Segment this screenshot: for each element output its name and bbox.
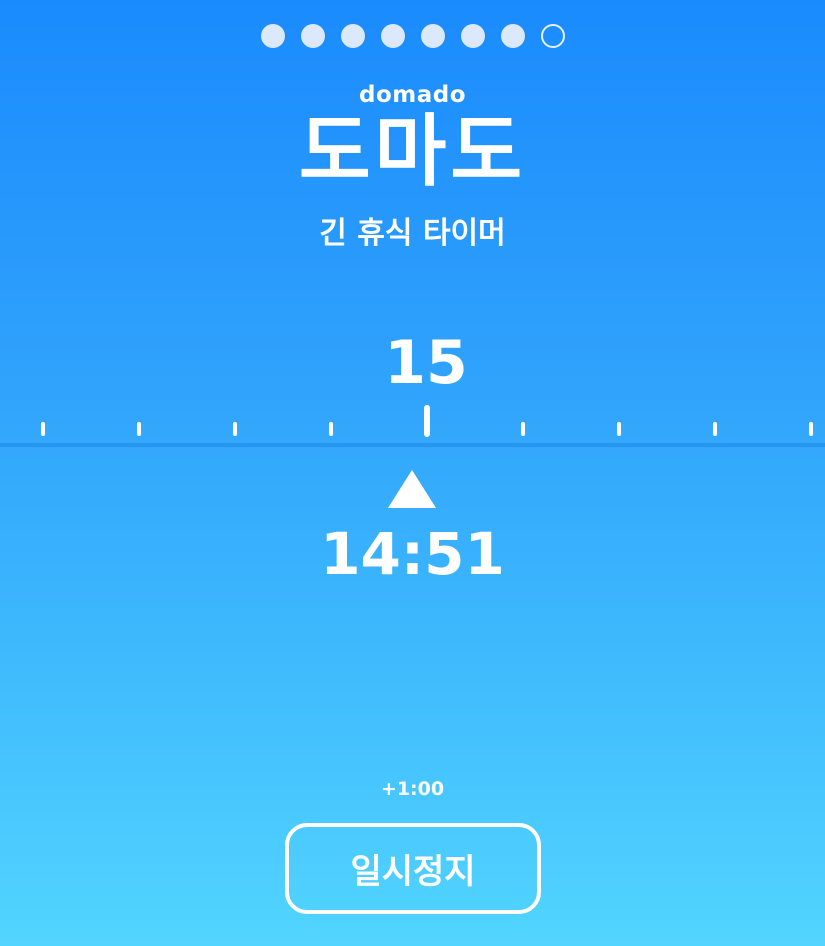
pause-button[interactable]: 일시정지	[285, 823, 541, 914]
ruler-tick	[41, 422, 45, 436]
brand-name-ko: 도마도	[298, 107, 527, 197]
progress-dot	[380, 24, 405, 48]
progress-dot	[260, 24, 285, 48]
remaining-time: 14:51	[320, 520, 505, 588]
ruler-tick	[329, 422, 333, 436]
progress-dots	[0, 24, 825, 48]
progress-dot	[300, 24, 325, 48]
ruler-tick	[617, 422, 621, 436]
ruler-tick	[233, 422, 237, 436]
add-minute-button[interactable]: +1:00	[0, 778, 825, 800]
progress-dot	[340, 24, 365, 48]
ruler-tick	[713, 422, 717, 436]
progress-dot	[500, 24, 525, 48]
pointer-triangle-icon	[388, 470, 436, 508]
ruler-tick-major	[424, 405, 430, 437]
ruler-tick	[137, 422, 141, 436]
timer-mode-title: 긴 휴식 타이머	[319, 216, 506, 251]
progress-dot	[420, 24, 445, 48]
ruler-tick	[809, 422, 813, 436]
progress-dot-current	[540, 24, 565, 48]
ruler-baseline	[0, 443, 825, 447]
ruler-tick	[521, 422, 525, 436]
progress-dot	[460, 24, 485, 48]
minute-marker: 15	[384, 328, 468, 398]
